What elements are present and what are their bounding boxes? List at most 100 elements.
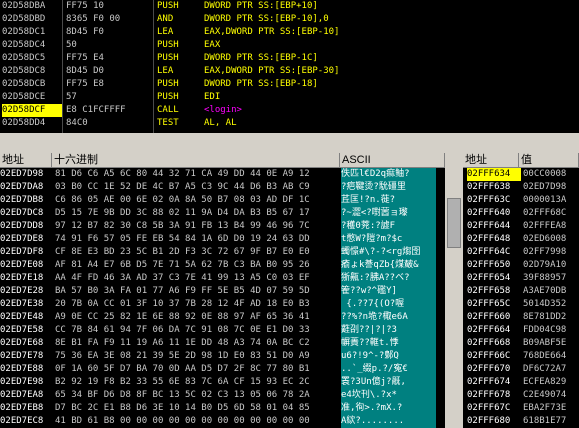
disassembly-row[interactable]: 02D58DBA FF75 10 PUSH DWORD PTR SS:[EBP+10]: [0, 0, 579, 13]
dump-hex-bytes: B2 92 19 F8 B2 33 55 6E 83 7C 6A CF 15 9…: [55, 377, 310, 387]
disassembly-row[interactable]: 02D58DC5 FF75 E4 PUSH DWORD PTR SS:[EBP-1C]: [0, 52, 579, 65]
dump-address: 02ED7E88: [0, 364, 44, 374]
stack-value: 02FF7998: [523, 247, 567, 257]
instruction-mnemonic: AND: [157, 14, 174, 24]
dump-address: 02ED7E38: [0, 299, 44, 309]
instruction-operand: AL, AL: [204, 118, 237, 128]
stack-value: 0000013A: [523, 195, 567, 205]
stack-value: A3AE70DB: [523, 286, 567, 296]
dump-row[interactable]: 02ED7E88 0F 1A 60 5F D7 BA 70 0D AA D5 D7…: [0, 363, 445, 376]
dump-scrollbar-thumb[interactable]: [447, 198, 461, 248]
dump-row[interactable]: 02ED7E18 AA 4F FD 46 3A AD 37 C3 7E 41 99…: [0, 272, 445, 285]
dump-row[interactable]: 02ED7E68 8E B1 FA F9 11 19 A6 11 1E DD 48…: [0, 337, 445, 350]
memory-dump-pane[interactable]: 地址 十六进制 ASCII 02ED7D98 81 D6 C6 A5 6C 80 …: [0, 153, 463, 428]
dump-ascii: e4坎刊\.?x*: [341, 389, 436, 402]
dump-row[interactable]: 02ED7E58 CC 7B 84 61 94 7F 06 DA 7C 91 08…: [0, 324, 445, 337]
dump-row[interactable]: 02ED7D98 81 D6 C6 A5 6C 80 44 32 71 CA 49…: [0, 168, 445, 181]
stack-row[interactable]: 02FFF674 ECFEA829: [463, 376, 579, 389]
disassembly-row[interactable]: 02D58DC8 8D45 D0 LEA EAX,DWORD PTR SS:[EBP-…: [0, 65, 579, 78]
pane-splitter[interactable]: [0, 133, 579, 153]
dump-address: 02ED7DD8: [0, 221, 44, 231]
disassembly-row[interactable]: 02D58DC1 8D45 F0 LEA EAX,DWORD PTR SS:[EBP-…: [0, 26, 579, 39]
dump-ascii: ?穫0萒:?譃F: [341, 220, 436, 233]
stack-address: 02FFF66C: [467, 351, 511, 361]
stack-value: 768DE664: [523, 351, 567, 361]
dump-row[interactable]: 02ED7DB8 C6 86 05 AE 00 6E 02 0A 8A 50 B7…: [0, 194, 445, 207]
stack-header-address[interactable]: 地址: [463, 153, 519, 168]
stack-row[interactable]: 02FFF648 02ED6008: [463, 233, 579, 246]
dump-row[interactable]: 02ED7E08 AF 81 A4 E7 6B D5 7E 71 5A 62 7B…: [0, 259, 445, 272]
stack-row[interactable]: 02FFF650 02D79A10: [463, 259, 579, 272]
stack-row[interactable]: 02FFF670 DF6C72A7: [463, 363, 579, 376]
dump-hex-bytes: A9 0E CC 25 82 1E 6E 88 92 0E 88 97 AF 6…: [55, 312, 310, 322]
disassembly-row[interactable]: 02D58DCB FF75 E8 PUSH DWORD PTR SS:[EBP-18]: [0, 78, 579, 91]
dump-ascii: A絘?........: [341, 415, 436, 428]
instruction-mnemonic: LEA: [157, 66, 174, 76]
stack-row[interactable]: 02FFF66C 768DE664: [463, 350, 579, 363]
disassembly-row[interactable]: 02D58DCF E8 C1FCFFFF CALL <login>: [0, 104, 579, 117]
dump-row[interactable]: 02ED7E98 B2 92 19 F8 B2 33 55 6E 83 7C 6A…: [0, 376, 445, 389]
dump-hex-bytes: BA 57 B0 3A FA 01 77 A6 F9 FF 5E B5 4D 0…: [55, 286, 310, 296]
stack-row[interactable]: 02FFF640 02FFF68C: [463, 207, 579, 220]
dump-ascii: 篧??w?^礛Y]: [341, 285, 436, 298]
stack-row[interactable]: 02FFF664 FDD04C98: [463, 324, 579, 337]
stack-header-value[interactable]: 值: [519, 153, 579, 168]
dump-row[interactable]: 02ED7DC8 D5 15 7E 9B DD 3C 88 02 11 9A D4…: [0, 207, 445, 220]
stack-value: 5014D352: [523, 299, 567, 309]
dump-hex-bytes: 81 D6 C6 A5 6C 80 44 32 71 CA 49 DD 44 0…: [55, 169, 310, 179]
stack-value: FDD04C98: [523, 325, 567, 335]
disassembly-row[interactable]: 02D58DCE 57 PUSH EDI: [0, 91, 579, 104]
stack-row[interactable]: 02FFF67C EBA2F73E: [463, 402, 579, 415]
stack-row[interactable]: 02FFF634 00CC0008: [463, 168, 579, 181]
disassembly-pane[interactable]: 02D58DBA FF75 10 PUSH DWORD PTR SS:[EBP+10]…: [0, 0, 579, 133]
dump-hex-bytes: 8E B1 FA F9 11 19 A6 11 1E DD 48 A3 74 0…: [55, 338, 310, 348]
stack-row[interactable]: 02FFF658 A3AE70DB: [463, 285, 579, 298]
dump-ascii: 佚匹l€D2q痲鲉?: [341, 168, 436, 181]
instruction-bytes: FF75 E8: [66, 79, 104, 89]
stack-row[interactable]: 02FFF668 B09ABF5E: [463, 337, 579, 350]
dump-row[interactable]: 02ED7DA8 03 B0 CC 1E 52 DE 4C B7 A5 C3 9C…: [0, 181, 445, 194]
dump-row[interactable]: 02ED7E48 A9 0E CC 25 82 1E 6E 88 92 0E 88…: [0, 311, 445, 324]
dump-row[interactable]: 02ED7E38 20 7B 0A CC 01 3F 10 37 7B 28 12…: [0, 298, 445, 311]
dump-row[interactable]: 02ED7EA8 65 34 BF D6 D8 8F BC 13 5C 02 C3…: [0, 389, 445, 402]
stack-row[interactable]: 02FFF680 618B1E77: [463, 415, 579, 428]
stack-row[interactable]: 02FFF64C 02FF7998: [463, 246, 579, 259]
disassembly-row[interactable]: 02D58DD4 84C0 TEST AL, AL: [0, 117, 579, 130]
dump-hex-bytes: AF 81 A4 E7 6B D5 7E 71 5A 62 7B C3 BA B…: [55, 260, 310, 270]
dump-row[interactable]: 02ED7EC8 41 BD 61 B8 00 00 00 00 00 00 00…: [0, 415, 445, 428]
dump-row[interactable]: 02ED7E28 BA 57 B0 3A FA 01 77 A6 F9 FF 5E…: [0, 285, 445, 298]
dump-header-hex[interactable]: 十六进制: [52, 153, 340, 168]
stack-row[interactable]: 02FFF678 C2E49074: [463, 389, 579, 402]
stack-row[interactable]: 02FFF654 39F88957: [463, 272, 579, 285]
stack-row[interactable]: 02FFF65C 5014D352: [463, 298, 579, 311]
dump-ascii: 瘉ょk諅qZb{煤皶&: [341, 259, 436, 272]
dump-ascii: 准,徇>.?mX.?: [341, 402, 436, 415]
stack-row[interactable]: 02FFF644 02FFFEA8: [463, 220, 579, 233]
stack-row[interactable]: 02FFF63C 0000013A: [463, 194, 579, 207]
dump-row[interactable]: 02ED7DE8 74 91 F6 57 05 FE EB 54 84 1A 6D…: [0, 233, 445, 246]
stack-row[interactable]: 02FFF660 8E781DD2: [463, 311, 579, 324]
instruction-mnemonic: PUSH: [157, 1, 179, 11]
instruction-mnemonic: LEA: [157, 27, 174, 37]
stack-pane[interactable]: 地址 值 02FFF634 00CC0008 02FFF638 02ED7D98 02F…: [463, 153, 579, 428]
disassembly-row[interactable]: 02D58DC4 50 PUSH EAX: [0, 39, 579, 52]
dump-row[interactable]: 02ED7E78 75 36 EA 3E 08 21 39 5E 2D 98 1D…: [0, 350, 445, 363]
dump-address: 02ED7E78: [0, 351, 44, 361]
dump-ascii: t憋W?隑?m?$c: [341, 233, 436, 246]
dump-row[interactable]: 02ED7DD8 97 12 B7 82 30 C8 5B 3A 91 FB 13…: [0, 220, 445, 233]
dump-hex-bytes: AA 4F FD 46 3A AD 37 C3 7E 41 99 13 A5 C…: [55, 273, 310, 283]
dump-address: 02ED7DB8: [0, 195, 44, 205]
dump-hex-bytes: 97 12 B7 82 30 C8 5B 3A 91 FB 13 B4 99 4…: [55, 221, 310, 231]
disassembly-row[interactable]: 02D58DBD 8365 F0 00 AND DWORD PTR SS:[EBP-1…: [0, 13, 579, 26]
stack-value: 02FFFEA8: [523, 221, 567, 231]
dump-header-address[interactable]: 地址: [0, 153, 52, 168]
stack-address: 02FFF654: [467, 273, 511, 283]
dump-header-ascii[interactable]: ASCII: [340, 153, 445, 168]
stack-address: 02FFF668: [467, 338, 511, 348]
dump-row[interactable]: 02ED7DF8 CF 8E E3 BD 23 5C B1 2D F3 3C 72…: [0, 246, 445, 259]
dump-row[interactable]: 02ED7EB8 D7 BC 2C E1 B8 D6 3E 10 14 B0 D5…: [0, 402, 445, 415]
stack-rows: 02FFF634 00CC0008 02FFF638 02ED7D98 02FFF63C…: [463, 168, 579, 428]
stack-row[interactable]: 02FFF638 02ED7D98: [463, 181, 579, 194]
dump-scrollbar[interactable]: [445, 153, 463, 428]
stack-value: DF6C72A7: [523, 364, 567, 374]
